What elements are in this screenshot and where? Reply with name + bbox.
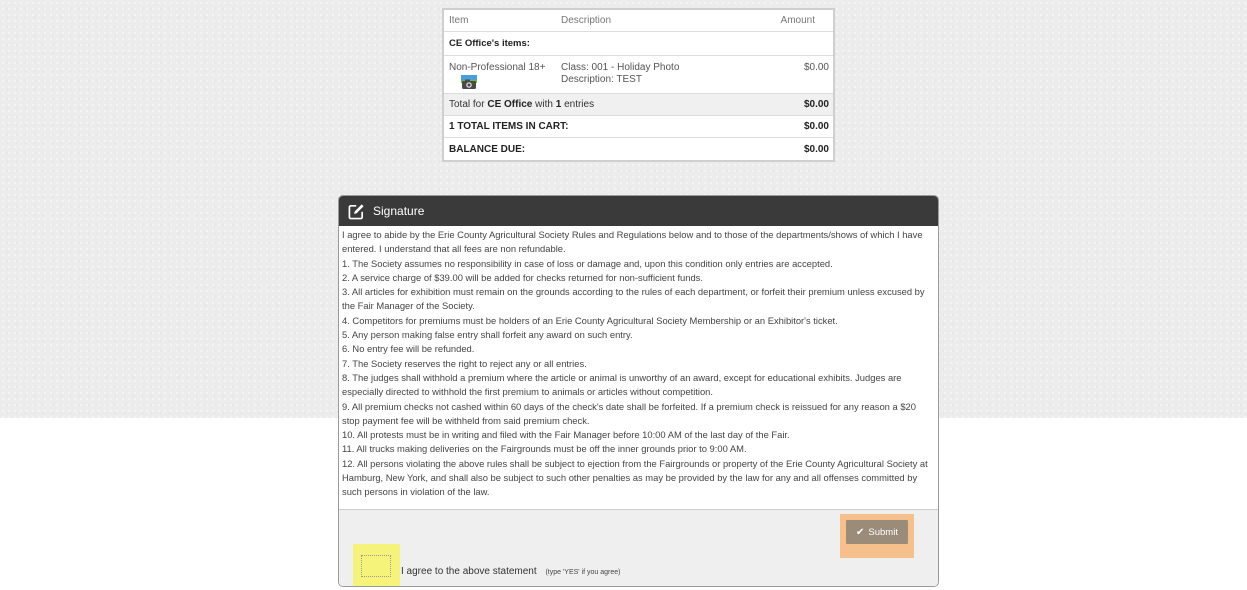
submit-highlight: ✔ Submit [840,514,914,558]
camera-icon [461,75,477,89]
total-items-label: 1 TOTAL ITEMS IN CART: [449,121,569,132]
rule-item: 2. A service charge of $39.00 will be ad… [342,271,703,283]
column-header-amount: Amount [780,15,815,26]
office-total-row: Total for CE Office with 1 entries $0.00 [444,94,833,116]
rule-item: 5. Any person making false entry shall f… [342,329,633,341]
cart-table: Item Description Amount CE Office's item… [442,8,835,162]
balance-due-row: BALANCE DUE: $0.00 [444,138,833,160]
rule-item: 1. The Society assumes no responsibility… [342,257,833,269]
rule-item: 12. All persons violating the above rule… [342,457,928,498]
rule-item: 4. Competitors for premiums must be hold… [342,314,838,326]
rule-item: 3. All articles for exhibition must rema… [342,286,925,312]
balance-due-label: BALANCE DUE: [449,143,526,155]
rules-intro: I agree to abide by the Erie County Agri… [342,229,923,255]
cart-header-row: Item Description Amount [444,10,833,32]
total-with: with [535,99,553,110]
total-prefix: Total for [449,99,485,110]
rule-item: 6. No entry fee will be refunded. [342,343,475,355]
agree-input[interactable] [361,555,391,577]
rule-item: 9. All premium checks not cashed within … [342,400,916,426]
office-total-label: Total for CE Office with 1 entries [444,99,751,110]
rule-item: 10. All protests must be in writing and … [342,429,790,441]
total-office: CE Office [487,99,533,110]
rule-item: 7. The Society reserves the right to rej… [342,357,587,369]
total-items-row: 1 TOTAL ITEMS IN CART: $0.00 [444,116,833,138]
agree-statement: I agree to the above statement (type 'YE… [401,566,620,577]
signature-footer: ✔ Submit I agree to the above statement … [339,509,938,586]
total-count: 1 [555,99,562,110]
agree-highlight [353,544,400,586]
agree-label: I agree to the above statement [401,566,537,577]
rule-item: 8. The judges shall withhold a premium w… [342,371,902,398]
total-suffix: entries [564,99,595,110]
item-amount: $0.00 [803,62,829,73]
check-icon: ✔ [856,526,865,538]
balance-due-amount: $0.00 [803,143,829,155]
column-header-description: Description [561,15,612,26]
office-total-amount-value: $0.00 [803,99,829,110]
office-total-amount: $0.00 [751,99,833,110]
edit-icon [348,203,364,219]
column-header-item: Item [449,15,469,26]
item-class: Class: 001 - Holiday Photo [561,62,680,73]
signature-panel: Signature I agree to abide by the Erie C… [338,195,939,587]
item-name: Non-Professional 18+ [449,62,546,73]
submit-button[interactable]: ✔ Submit [846,520,908,544]
signature-title: Signature [373,204,425,218]
agree-hint: (type 'YES' if you agree) [545,569,621,576]
rules-text: I agree to abide by the Erie County Agri… [339,226,938,509]
item-cell: Non-Professional 18+ [444,62,561,89]
cart-section-title: CE Office's items: [444,32,833,56]
signature-header: Signature [339,196,938,226]
total-items-amount: $0.00 [803,121,829,132]
table-row: Non-Professional 18+ Class: 001 - Holida… [444,56,833,94]
description-cell: Class: 001 - Holiday Photo Description: … [561,62,751,86]
rule-item: 11. All trucks making deliveries on the … [342,443,747,455]
item-description: Description: TEST [561,74,642,85]
submit-label: Submit [868,526,898,538]
